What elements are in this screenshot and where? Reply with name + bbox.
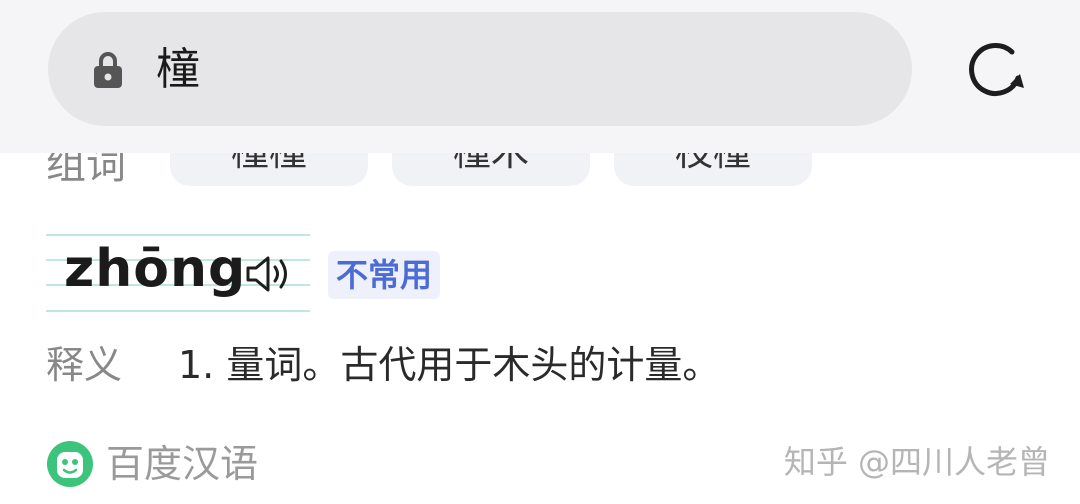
speaker-icon[interactable]	[244, 250, 292, 298]
lock-icon	[94, 52, 122, 88]
baidu-hanyu-logo	[47, 441, 93, 487]
definition-label: 释义	[46, 343, 123, 387]
pinyin-text: zhōng	[64, 239, 247, 299]
address-query-text[interactable]: 橦	[156, 42, 200, 98]
reload-icon[interactable]	[962, 38, 1030, 106]
definition-text: 1. 量词。古代用于木头的计量。	[178, 343, 721, 387]
watermark: 知乎 @四川人老曾	[783, 443, 1050, 481]
usage-frequency-badge: 不常用	[328, 251, 441, 299]
browser-top-bar: 橦	[0, 0, 1080, 153]
source-name[interactable]: 百度汉语	[106, 440, 258, 488]
